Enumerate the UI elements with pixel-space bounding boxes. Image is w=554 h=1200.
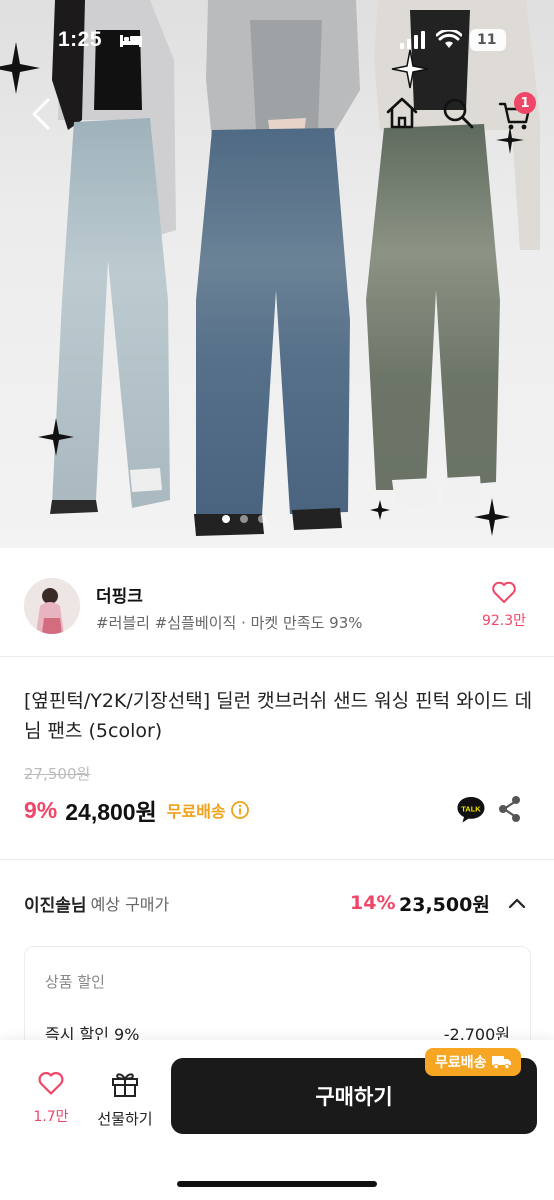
status-time: 1:25 bbox=[58, 28, 103, 51]
shop-like-count: 92.3만 bbox=[481, 613, 527, 629]
pagination-dot bbox=[258, 515, 266, 523]
estimated-discount-rate: 14% bbox=[350, 892, 396, 914]
gift-label: 선물하기 bbox=[97, 1110, 153, 1128]
shop-avatar[interactable] bbox=[24, 578, 80, 634]
kakao-talk-icon[interactable]: TALK bbox=[456, 794, 486, 824]
truck-icon bbox=[491, 1056, 511, 1070]
divider bbox=[0, 656, 554, 657]
battery-icon: 11 bbox=[470, 29, 506, 51]
search-icon[interactable] bbox=[441, 96, 475, 130]
product-title: [옆핀턱/Y2K/기장선택] 딜런 캣브러쉬 샌드 워싱 핀턱 와이드 데님 팬… bbox=[24, 690, 533, 742]
free-shipping-label: 무료배송 bbox=[166, 802, 226, 821]
shop-meta: #러블리 #심플베이직 · 마켓 만족도 93% bbox=[96, 614, 363, 632]
original-price: 27,500원 bbox=[24, 765, 91, 783]
gift-button[interactable]: 선물하기 bbox=[92, 1070, 158, 1129]
user-name: 이진솔님 bbox=[24, 895, 87, 916]
share-icon[interactable] bbox=[497, 795, 523, 823]
divider bbox=[0, 859, 554, 860]
signal-icon bbox=[400, 31, 425, 49]
product-image-gallery[interactable]: 1:25 11 1 bbox=[0, 0, 554, 548]
shop-like-button[interactable]: 92.3만 bbox=[476, 580, 532, 630]
sale-price: 24,800원 bbox=[65, 799, 157, 825]
heart-icon bbox=[38, 1072, 64, 1095]
kakao-talk-label: TALK bbox=[461, 805, 481, 814]
shop-name[interactable]: 더핑크 bbox=[96, 582, 143, 607]
shop-info[interactable]: 더핑크 #러블리 #심플베이직 · 마켓 만족도 93% 92.3만 bbox=[0, 560, 554, 656]
home-icon[interactable] bbox=[384, 96, 420, 130]
status-bar: 1:25 11 bbox=[0, 24, 554, 60]
discount-rate: 9% bbox=[24, 796, 58, 823]
estimated-price-row[interactable]: 이진솔님 예상 구매가 14% 23,500원 bbox=[24, 888, 530, 918]
sleep-icon bbox=[120, 35, 142, 47]
like-button[interactable]: 1.7만 bbox=[28, 1070, 74, 1126]
gallery-pagination bbox=[222, 515, 266, 523]
gift-icon bbox=[112, 1073, 138, 1097]
estimated-price-label: 예상 구매가 bbox=[90, 895, 170, 914]
pagination-dot-active bbox=[222, 515, 230, 523]
free-shipping-badge-label: 무료배송 bbox=[435, 1055, 487, 1071]
heart-icon bbox=[492, 581, 516, 603]
wifi-icon bbox=[436, 30, 462, 48]
estimated-price: 23,500원 bbox=[399, 893, 490, 916]
battery-level: 11 bbox=[477, 32, 497, 48]
pagination-dot bbox=[240, 515, 248, 523]
bottom-action-bar: 1.7만 선물하기 구매하기 무료배송 bbox=[0, 1040, 554, 1200]
info-icon[interactable] bbox=[230, 800, 250, 820]
cart-count-badge: 1 bbox=[514, 92, 536, 114]
product-photo bbox=[0, 0, 540, 536]
home-indicator bbox=[177, 1181, 377, 1187]
free-shipping-badge: 무료배송 bbox=[425, 1048, 521, 1076]
like-count: 1.7만 bbox=[33, 1109, 69, 1125]
discount-section-title: 상품 할인 bbox=[45, 973, 105, 991]
chevron-up-icon[interactable] bbox=[506, 892, 528, 914]
price-row: 9% 24,800원 무료배송 bbox=[24, 793, 250, 827]
back-arrow-icon[interactable] bbox=[28, 96, 54, 132]
